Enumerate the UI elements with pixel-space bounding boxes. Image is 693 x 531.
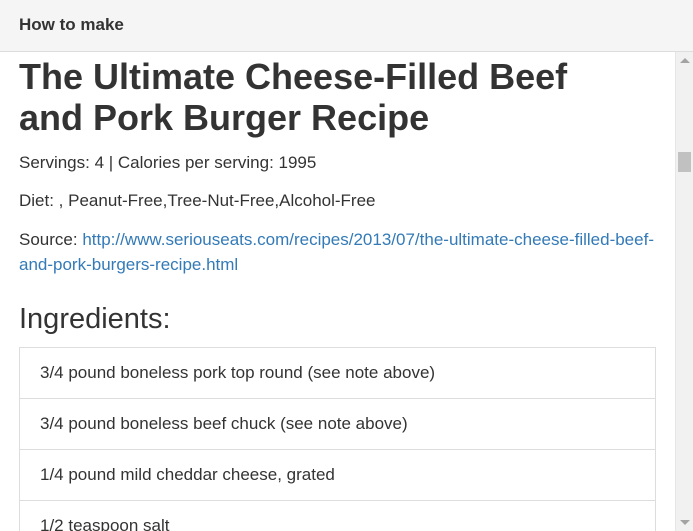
ingredients-heading: Ingredients:: [19, 303, 171, 335]
modal-body: The Ultimate Cheese-Filled Beef and Pork…: [0, 52, 675, 531]
ingredient-item: 1/2 teaspoon salt: [19, 500, 656, 531]
scroll-down-arrow-icon[interactable]: [680, 520, 690, 525]
ingredient-item: 3/4 pound boneless beef chuck (see note …: [19, 398, 656, 450]
vertical-scrollbar[interactable]: [675, 52, 693, 531]
recipe-title: The Ultimate Cheese-Filled Beef and Pork…: [19, 56, 568, 138]
ingredient-list: 3/4 pound boneless pork top round (see n…: [19, 347, 656, 531]
scroll-up-arrow-icon[interactable]: [680, 58, 690, 63]
source-line: Source: http://www.seriouseats.com/recip…: [19, 227, 659, 277]
modal-header: How to make: [0, 0, 693, 52]
ingredient-item: 1/4 pound mild cheddar cheese, grated: [19, 449, 656, 501]
recipe-modal: How to make The Ultimate Cheese-Filled B…: [0, 0, 693, 531]
source-label: Source:: [19, 230, 83, 249]
servings-calories-text: Servings: 4 | Calories per serving: 1995: [19, 153, 317, 172]
source-link[interactable]: http://www.seriouseats.com/recipes/2013/…: [19, 230, 654, 274]
ingredient-item: 3/4 pound boneless pork top round (see n…: [19, 347, 656, 399]
scrollbar-thumb[interactable]: [678, 152, 691, 172]
diet-text: Diet: , Peanut-Free,Tree-Nut-Free,Alcoho…: [19, 191, 376, 210]
modal-title: How to make: [19, 15, 124, 34]
